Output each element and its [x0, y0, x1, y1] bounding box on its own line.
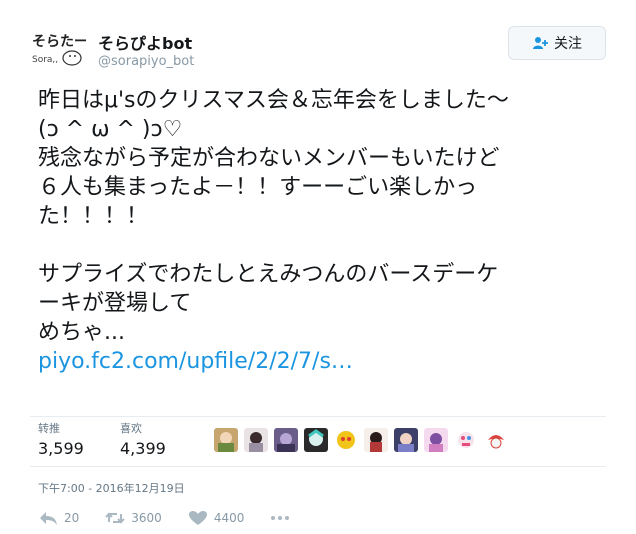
liker-avatars: [214, 428, 508, 452]
svg-text:そらたー: そらたー: [32, 34, 86, 50]
liker-avatar[interactable]: [334, 428, 358, 452]
retweet-button[interactable]: 3600: [105, 510, 162, 526]
user-handle[interactable]: @sorapiyo_bot: [98, 54, 194, 69]
like-count: 4400: [213, 511, 245, 525]
reply-count: 20: [64, 511, 80, 525]
tweet-actions: 20 3600 4400: [38, 506, 316, 530]
liker-avatar[interactable]: [454, 428, 478, 452]
tweet-header: そらたー Sora,, そらぴよbot @sorapiyo_bot 关注: [30, 26, 606, 76]
like-stat[interactable]: 喜欢 4,399: [120, 420, 166, 458]
reply-button[interactable]: 20: [38, 510, 79, 526]
tweet-text: 昨日はμ'sのクリスマス会＆忘年会をしました〜 (ↄ ^ ω ^ )ↄ♡ 残念な…: [38, 86, 613, 376]
tweet-timestamp[interactable]: 下午7:00 - 2016年12月19日: [38, 480, 185, 496]
follow-label: 关注: [554, 36, 582, 52]
liker-avatar[interactable]: [244, 428, 268, 452]
liker-avatar[interactable]: [274, 428, 298, 452]
follow-button[interactable]: 关注: [508, 26, 606, 60]
tweet-line: サプライズでわたしとえみつんのバースデーケ: [38, 262, 499, 287]
more-button[interactable]: [270, 510, 290, 526]
retweet-stat-label: 转推: [38, 422, 60, 435]
liker-avatar[interactable]: [424, 428, 448, 452]
tweet-line: ６人も集まったよ－！！すーーごい楽しかっ: [38, 175, 478, 200]
retweet-stat[interactable]: 转推 3,599: [38, 420, 84, 458]
tweet-line: めちゃ...: [38, 320, 125, 345]
retweet-stat-value: 3,599: [38, 439, 84, 458]
svg-text:Sora,,: Sora,,: [32, 55, 58, 65]
liker-avatar[interactable]: [214, 428, 238, 452]
tweet-line: (ↄ ^ ω ^ )ↄ♡: [38, 117, 183, 142]
reply-icon: [40, 512, 57, 525]
retweet-count: 3600: [131, 511, 162, 525]
avatar[interactable]: そらたー Sora,,: [30, 28, 88, 72]
divider: [30, 416, 606, 417]
tweet-line: た！！！！: [38, 204, 149, 229]
sorapiyo-logo-icon: そらたー Sora,,: [32, 34, 88, 66]
liker-avatar[interactable]: [394, 428, 418, 452]
tweet-link[interactable]: piyo.fc2.com/upfile/2/2/7/s…: [38, 349, 353, 374]
display-name[interactable]: そらぴよbot: [98, 30, 192, 54]
retweet-icon: [105, 512, 125, 524]
add-user-icon: [533, 37, 548, 49]
divider: [30, 466, 606, 467]
like-button[interactable]: 4400: [188, 510, 245, 526]
liker-avatar[interactable]: [484, 428, 508, 452]
liker-avatar[interactable]: [364, 428, 388, 452]
like-stat-label: 喜欢: [120, 422, 142, 435]
like-stat-value: 4,399: [120, 439, 166, 458]
liker-avatar[interactable]: [304, 428, 328, 452]
more-icon: [271, 516, 290, 520]
heart-icon: [188, 511, 207, 525]
tweet-line: 残念ながら予定が合わないメンバーもいたけど: [38, 146, 500, 171]
tweet-line: 昨日はμ'sのクリスマス会＆忘年会をしました〜: [38, 88, 509, 113]
tweet-line: ーキが登場して: [38, 291, 192, 316]
